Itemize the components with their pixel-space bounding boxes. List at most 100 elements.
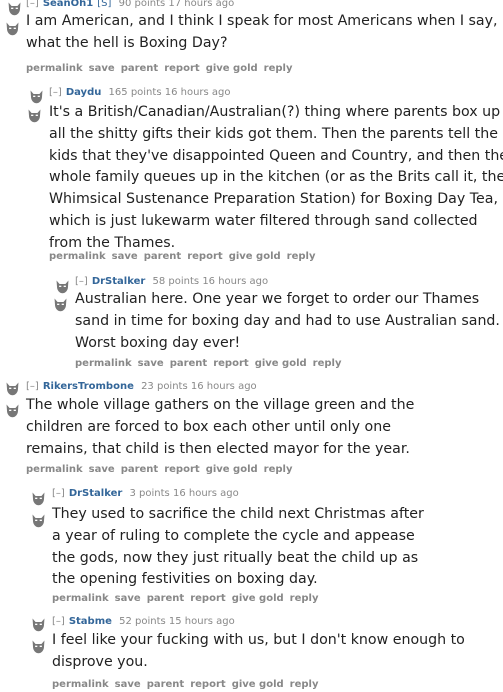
give-gold-button[interactable]: give gold (232, 679, 284, 690)
comment-line: I am American, and I think I speak for m… (26, 13, 498, 29)
timestamp[interactable]: 16 hours ago (191, 381, 257, 392)
collapse-toggle[interactable]: [–] (49, 87, 62, 98)
give-gold-button[interactable]: give gold (206, 63, 258, 74)
timestamp[interactable]: 16 hours ago (165, 87, 231, 98)
comment-tagline: [–] RikersTrombone 23 points 16 hours ago (26, 380, 257, 394)
score: 58 points (152, 276, 200, 287)
parent-button[interactable]: parent (121, 464, 159, 475)
author-link[interactable]: DrStalker (69, 488, 123, 499)
collapse-toggle[interactable]: [–] (52, 488, 65, 499)
snoo-avatar-icon (30, 512, 47, 529)
comment-body: I feel like your fucking with us, but I … (52, 630, 465, 674)
comment-line: They used to sacrifice the child next Ch… (52, 506, 424, 522)
comment-buttons: permalink save parent report give gold reply (26, 63, 299, 74)
comment-line: the gods, now they just ritually beat th… (52, 549, 419, 566)
score: 90 points (118, 0, 166, 9)
parent-button[interactable]: parent (147, 593, 185, 604)
permalink-button[interactable]: permalink (75, 358, 132, 369)
snoo-avatar-icon (30, 490, 47, 507)
timestamp[interactable]: 16 hours ago (173, 488, 239, 499)
comment-line: Worst boxing day ever! (75, 334, 241, 351)
comment-tagline: [–] Stabme 52 points 15 hours ago (52, 615, 235, 629)
save-button[interactable]: save (115, 593, 141, 604)
score: 165 points (108, 87, 162, 98)
comment-line: a year of ruling to complete the cycle a… (52, 527, 415, 544)
comment-body: Australian here. One year we forget to o… (75, 289, 500, 354)
snoo-avatar-icon (52, 296, 69, 313)
comment-line: whole family queues up in the kitchen (o… (49, 169, 503, 186)
reply-button[interactable]: reply (290, 679, 319, 690)
permalink-button[interactable]: permalink (52, 593, 109, 604)
timestamp[interactable]: 17 hours ago (168, 0, 234, 9)
comment-tagline: [–] Daydu 165 points 16 hours ago (49, 86, 231, 100)
report-button[interactable]: report (190, 593, 225, 604)
comment-line: children are forced to box each other un… (26, 418, 391, 435)
permalink-button[interactable]: permalink (26, 63, 83, 74)
comment-tagline: [–] SeanOh1 [S] 90 points 17 hours ago (26, 0, 234, 11)
parent-button[interactable]: parent (170, 358, 208, 369)
give-gold-button[interactable]: give gold (206, 464, 258, 475)
comment-line: all the shitty gifts their kids got them… (49, 125, 498, 142)
author-link[interactable]: DrStalker (92, 276, 146, 287)
save-button[interactable]: save (89, 63, 115, 74)
comment-line: remains, that child is then elected mayo… (26, 440, 410, 457)
author-link[interactable]: Daydu (66, 87, 102, 98)
save-button[interactable]: save (112, 251, 138, 262)
report-button[interactable]: report (164, 464, 199, 475)
comment-buttons: permalink save parent report give gold reply (49, 251, 322, 262)
report-button[interactable]: report (213, 358, 248, 369)
give-gold-button[interactable]: give gold (255, 358, 307, 369)
parent-button[interactable]: parent (144, 251, 182, 262)
report-button[interactable]: report (187, 251, 222, 262)
timestamp[interactable]: 16 hours ago (202, 276, 268, 287)
save-button[interactable]: save (89, 464, 115, 475)
snoo-avatar-icon (4, 380, 21, 397)
collapse-toggle[interactable]: [–] (52, 616, 65, 627)
permalink-button[interactable]: permalink (26, 464, 83, 475)
comment-line: disprove you. (52, 653, 148, 670)
snoo-avatar-icon (30, 616, 47, 633)
report-button[interactable]: report (164, 63, 199, 74)
snoo-avatar-icon (26, 107, 43, 124)
comment-line: I feel like your fucking with us, but I … (52, 632, 465, 648)
permalink-button[interactable]: permalink (49, 251, 106, 262)
comment-body: It's a British/Canadian/Australian(?) th… (49, 102, 503, 255)
reply-button[interactable]: reply (290, 593, 319, 604)
score: 3 points (129, 488, 170, 499)
comment-line: the opening festivities on boxing day. (52, 571, 318, 588)
author-link[interactable]: RikersTrombone (43, 381, 134, 392)
comment-buttons: permalink save parent report give gold reply (26, 464, 299, 475)
comment-line: sand in time for boxing day and had to u… (75, 312, 500, 329)
snoo-avatar-icon (54, 278, 71, 295)
comment-line: Australian here. One year we forget to o… (75, 291, 480, 307)
parent-button[interactable]: parent (147, 679, 185, 690)
comment-line: Whimsical Sustenance Preparation Station… (49, 191, 498, 208)
reply-button[interactable]: reply (313, 358, 342, 369)
parent-button[interactable]: parent (121, 63, 159, 74)
collapse-toggle[interactable]: [–] (75, 276, 88, 287)
collapse-toggle[interactable]: [–] (26, 0, 39, 9)
snoo-avatar-icon (6, 0, 23, 17)
give-gold-button[interactable]: give gold (232, 593, 284, 604)
comment-buttons: permalink save parent report give gold reply (52, 679, 325, 690)
reply-button[interactable]: reply (264, 63, 293, 74)
reply-button[interactable]: reply (287, 251, 316, 262)
comment-line: The whole village gathers on the village… (26, 397, 415, 413)
report-button[interactable]: report (190, 679, 225, 690)
comment-line: which is just lukewarm water filtered th… (49, 212, 478, 229)
author-link[interactable]: SeanOh1 (43, 0, 93, 9)
snoo-avatar-icon (4, 402, 21, 419)
reply-button[interactable]: reply (264, 464, 293, 475)
comment-line: what the hell is Boxing Day? (26, 34, 228, 51)
comment-line: kids that they've disappointed Queen and… (49, 147, 503, 164)
comment-body: They used to sacrifice the child next Ch… (52, 504, 424, 591)
permalink-button[interactable]: permalink (52, 679, 109, 690)
snoo-avatar-icon (30, 638, 47, 655)
collapse-toggle[interactable]: [–] (26, 381, 39, 392)
give-gold-button[interactable]: give gold (229, 251, 281, 262)
timestamp[interactable]: 15 hours ago (169, 616, 235, 627)
save-button[interactable]: save (115, 679, 141, 690)
author-link[interactable]: Stabme (69, 616, 112, 627)
comment-body: The whole village gathers on the village… (26, 395, 414, 460)
save-button[interactable]: save (138, 358, 164, 369)
